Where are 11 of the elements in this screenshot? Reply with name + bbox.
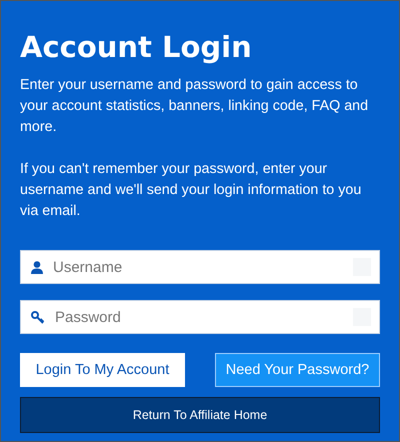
password-field[interactable]: Password <box>20 300 380 334</box>
page-title: Account Login <box>20 29 253 65</box>
user-icon <box>31 260 43 274</box>
key-icon <box>31 310 45 324</box>
username-field[interactable]: Username <box>20 250 380 284</box>
username-input[interactable]: Username <box>53 258 343 276</box>
instructions-text: If you can't remember your password, enter your username and we'll send your login information to you via email. <box>20 160 362 221</box>
login-button[interactable]: Login To My Account <box>20 353 185 387</box>
instructions-text: Enter your username and password to gain access to your account statistics, banners, linking code, FAQ and more. <box>20 76 370 137</box>
password-input[interactable]: Password <box>55 308 343 326</box>
return-home-button[interactable]: Return To Affiliate Home <box>20 397 380 433</box>
